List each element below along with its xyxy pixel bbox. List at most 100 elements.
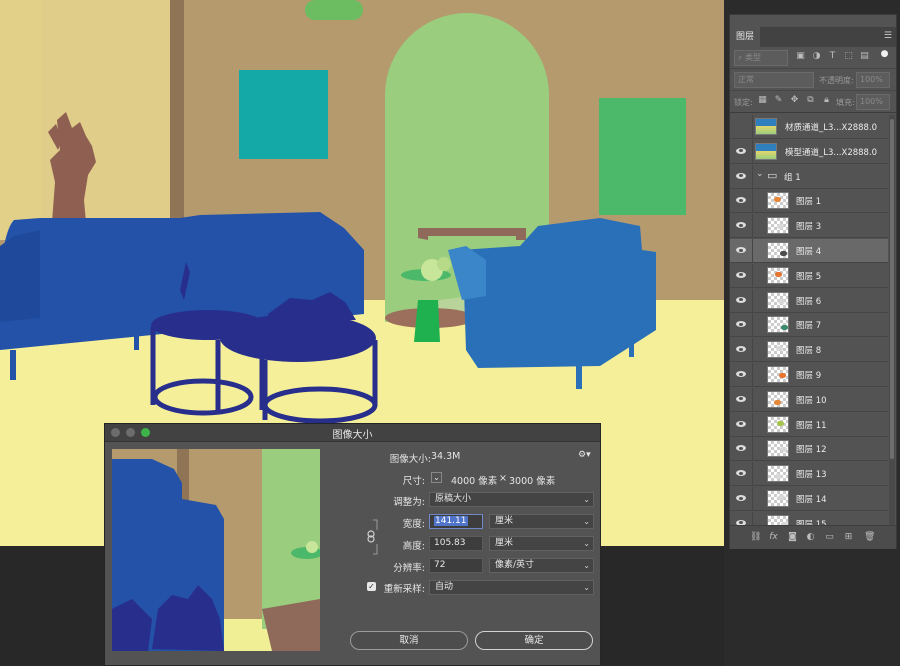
visibility-eye-icon[interactable] bbox=[736, 470, 746, 477]
visibility-eye-icon[interactable] bbox=[736, 172, 746, 179]
settings-gear-icon[interactable]: ⚙▾ bbox=[578, 450, 591, 460]
width-input[interactable]: 141.11 bbox=[429, 514, 483, 529]
filter-toggle-icon[interactable]: ● bbox=[880, 50, 889, 59]
delete-layer-icon[interactable]: 🗑︎ bbox=[864, 532, 875, 543]
resolution-label: 分辨率: bbox=[393, 563, 425, 574]
layer-row[interactable]: 图层 9 bbox=[730, 363, 888, 387]
visibility-eye-icon[interactable] bbox=[736, 197, 746, 204]
layer-row[interactable]: 模型通道_L3...X2888.0 bbox=[730, 139, 888, 164]
row-divider bbox=[752, 462, 753, 487]
dimensions-unit-toggle-icon[interactable]: ⌄ bbox=[431, 472, 442, 483]
visibility-eye-icon[interactable] bbox=[736, 395, 746, 402]
cancel-button[interactable]: 取消 bbox=[350, 631, 468, 650]
visibility-eye-icon[interactable] bbox=[736, 495, 746, 501]
layer-row[interactable]: 图层 10 bbox=[730, 387, 888, 412]
row-divider bbox=[752, 239, 753, 263]
width-unit-select[interactable]: 厘米 ⌄ bbox=[489, 514, 594, 529]
ok-button[interactable]: 确定 bbox=[475, 631, 593, 650]
layer-row[interactable]: 图层 15 bbox=[730, 511, 888, 526]
smart-object-filter-icon[interactable]: ▤ bbox=[860, 52, 869, 61]
lock-transparent-icon[interactable]: ▦ bbox=[758, 96, 767, 105]
lock-all-icon[interactable]: 🔒︎ bbox=[822, 96, 831, 105]
visibility-off-toggle[interactable] bbox=[736, 121, 746, 131]
layer-list[interactable]: 材质通道_L3...X2888.0 模型通道_L3...X2888.0 ⌄ ▭ 组 1 图… bbox=[730, 115, 888, 526]
layer-row[interactable]: 图层 7 bbox=[730, 313, 888, 338]
layer-list-scrollbar[interactable] bbox=[889, 115, 895, 526]
layer-row[interactable]: 图层 5 bbox=[730, 263, 888, 288]
visibility-eye-icon[interactable] bbox=[736, 321, 746, 328]
new-group-icon[interactable]: ▭ bbox=[824, 532, 835, 543]
panel-menu-icon[interactable]: ☰ bbox=[884, 31, 892, 41]
scrollbar-thumb[interactable] bbox=[890, 119, 894, 459]
new-layer-icon[interactable]: ⊞ bbox=[843, 532, 854, 543]
resolution-input[interactable]: 72 bbox=[429, 558, 483, 573]
layer-row[interactable]: 图层 14 bbox=[730, 487, 888, 511]
row-divider bbox=[752, 189, 753, 214]
lock-artboard-icon[interactable]: ⧉ bbox=[806, 96, 815, 105]
visibility-eye-icon[interactable] bbox=[736, 222, 746, 229]
layer-row[interactable]: 图层 6 bbox=[730, 288, 888, 313]
image-filter-icon[interactable]: ▣ bbox=[796, 52, 805, 61]
image-size-dialog: 图像大小 图像大小: 34.3M ⚙▾ 尺寸: ⌄ 4000 像素 × 3000… bbox=[104, 423, 601, 666]
layer-name: 图层 7 bbox=[796, 321, 822, 332]
layer-thumbnail bbox=[767, 440, 789, 458]
layer-row[interactable]: 图层 8 bbox=[730, 338, 888, 363]
opacity-input[interactable]: 100% bbox=[856, 72, 890, 88]
layer-row[interactable]: 图层 4 bbox=[730, 239, 888, 263]
thumbnail-content bbox=[777, 420, 784, 426]
width-unit: 厘米 bbox=[495, 516, 514, 526]
fill-input[interactable]: 100% bbox=[856, 94, 890, 110]
adjustment-filter-icon[interactable]: ◑ bbox=[812, 52, 821, 61]
row-divider bbox=[752, 511, 753, 526]
resample-select[interactable]: 自动 ⌄ bbox=[429, 580, 594, 595]
layer-thumbnail bbox=[767, 341, 789, 359]
layer-group-row[interactable]: ⌄ ▭ 组 1 bbox=[730, 164, 888, 189]
link-layers-icon[interactable]: ⛓ bbox=[750, 532, 761, 543]
visibility-eye-icon[interactable] bbox=[736, 296, 746, 303]
adjustment-layer-icon[interactable]: ◐ bbox=[805, 532, 816, 543]
layer-thumbnail bbox=[767, 316, 789, 334]
layer-row[interactable]: 图层 3 bbox=[730, 214, 888, 239]
thumbnail-content bbox=[781, 325, 788, 331]
blend-mode-select[interactable]: 正常 bbox=[734, 72, 814, 88]
group-expand-chevron-icon[interactable]: ⌄ bbox=[756, 169, 764, 179]
layer-style-icon[interactable]: fx bbox=[768, 532, 779, 543]
layer-name: 图层 12 bbox=[796, 445, 827, 456]
layer-row[interactable]: 图层 1 bbox=[730, 189, 888, 214]
layer-row[interactable]: 图层 11 bbox=[730, 412, 888, 437]
image-preview[interactable] bbox=[112, 449, 320, 651]
visibility-eye-icon[interactable] bbox=[736, 445, 746, 452]
add-mask-icon[interactable]: ◙ bbox=[787, 532, 798, 543]
visibility-eye-icon[interactable] bbox=[736, 247, 746, 253]
layer-thumbnail bbox=[767, 192, 789, 210]
row-divider bbox=[752, 214, 753, 239]
visibility-eye-icon[interactable] bbox=[736, 271, 746, 278]
thumbnail-content bbox=[776, 346, 783, 352]
resample-checkbox[interactable]: ✓ bbox=[367, 582, 376, 591]
layer-thumbnail bbox=[755, 118, 777, 135]
layer-row[interactable]: 图层 13 bbox=[730, 462, 888, 487]
resolution-unit-select[interactable]: 像素/英寸 ⌄ bbox=[489, 558, 594, 573]
layer-thumbnail bbox=[767, 266, 789, 284]
type-filter-icon[interactable]: T bbox=[828, 52, 837, 61]
layer-name: 图层 13 bbox=[796, 470, 827, 481]
height-input[interactable]: 105.83 bbox=[429, 536, 483, 551]
fit-to-select[interactable]: 原稿大小 ⌄ bbox=[429, 492, 594, 507]
height-unit: 厘米 bbox=[495, 538, 514, 548]
row-divider bbox=[752, 387, 753, 412]
fill-label: 填充: bbox=[836, 98, 855, 107]
layer-row[interactable]: 材质通道_L3...X2888.0 bbox=[730, 115, 888, 139]
filter-kind-select[interactable]: ⌕ 类型 bbox=[734, 50, 788, 66]
row-divider bbox=[752, 437, 753, 462]
row-divider bbox=[752, 164, 753, 189]
visibility-eye-icon[interactable] bbox=[736, 147, 746, 154]
lock-paint-icon[interactable]: ✎ bbox=[774, 96, 783, 105]
visibility-eye-icon[interactable] bbox=[736, 420, 746, 427]
layer-row[interactable]: 图层 12 bbox=[730, 437, 888, 462]
shape-filter-icon[interactable]: ⬚ bbox=[844, 52, 853, 61]
visibility-eye-icon[interactable] bbox=[736, 346, 746, 353]
visibility-eye-icon[interactable] bbox=[736, 371, 746, 377]
height-unit-select[interactable]: 厘米 ⌄ bbox=[489, 536, 594, 551]
lock-position-icon[interactable]: ✥ bbox=[790, 96, 799, 105]
tab-layers[interactable]: 图层 bbox=[730, 27, 760, 47]
